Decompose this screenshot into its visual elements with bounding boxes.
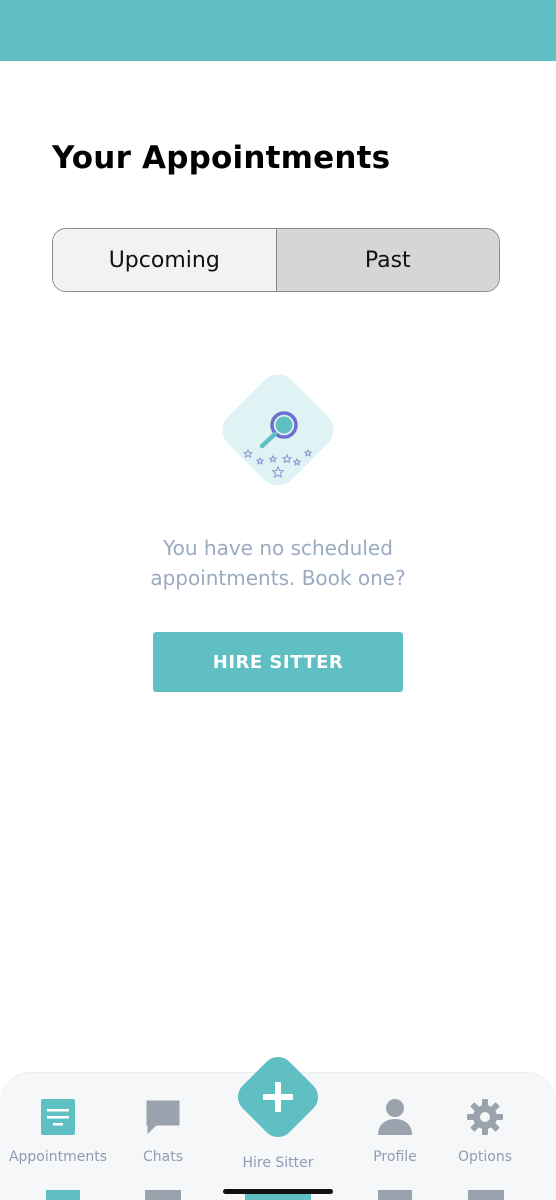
header-bar bbox=[0, 0, 556, 61]
tab-upcoming[interactable]: Upcoming bbox=[53, 229, 277, 291]
nav-item-appointments[interactable]: Appointments bbox=[8, 1095, 108, 1165]
nav-item-options[interactable]: Options bbox=[445, 1095, 525, 1165]
tab-past[interactable]: Past bbox=[276, 229, 499, 291]
nav-label-profile: Profile bbox=[373, 1149, 417, 1165]
nav-label-hire-sitter: Hire Sitter bbox=[242, 1155, 314, 1171]
nav-item-chats[interactable]: Chats bbox=[123, 1095, 203, 1165]
underlay-chat-icon bbox=[145, 1190, 181, 1200]
underlay-gear-icon bbox=[468, 1190, 504, 1200]
home-indicator[interactable] bbox=[223, 1189, 333, 1194]
appointments-screen: Your Appointments Upcoming Past You have… bbox=[0, 0, 556, 1200]
appointments-icon bbox=[38, 1095, 78, 1139]
person-icon bbox=[375, 1095, 415, 1139]
nav-item-profile[interactable]: Profile bbox=[355, 1095, 435, 1165]
gear-icon bbox=[465, 1095, 505, 1139]
underlay-appointments-icon bbox=[46, 1190, 80, 1200]
underlay-person-icon bbox=[378, 1190, 412, 1200]
magnifier-stars-icon bbox=[222, 374, 334, 486]
plus-icon bbox=[237, 1056, 319, 1138]
chat-bubble-icon bbox=[143, 1095, 183, 1139]
empty-state-message: You have no scheduled appointments. Book… bbox=[150, 536, 406, 590]
nav-label-appointments: Appointments bbox=[8, 1149, 108, 1165]
nav-label-chats: Chats bbox=[142, 1149, 183, 1165]
nav-item-hire-sitter[interactable] bbox=[228, 1047, 328, 1147]
page-title: Your Appointments bbox=[52, 140, 391, 176]
hire-sitter-button[interactable]: HIRE SITTER bbox=[153, 632, 403, 692]
nav-label-options: Options bbox=[457, 1149, 513, 1165]
empty-state-illustration bbox=[210, 363, 346, 497]
appointments-segment-control: Upcoming Past bbox=[52, 228, 500, 292]
